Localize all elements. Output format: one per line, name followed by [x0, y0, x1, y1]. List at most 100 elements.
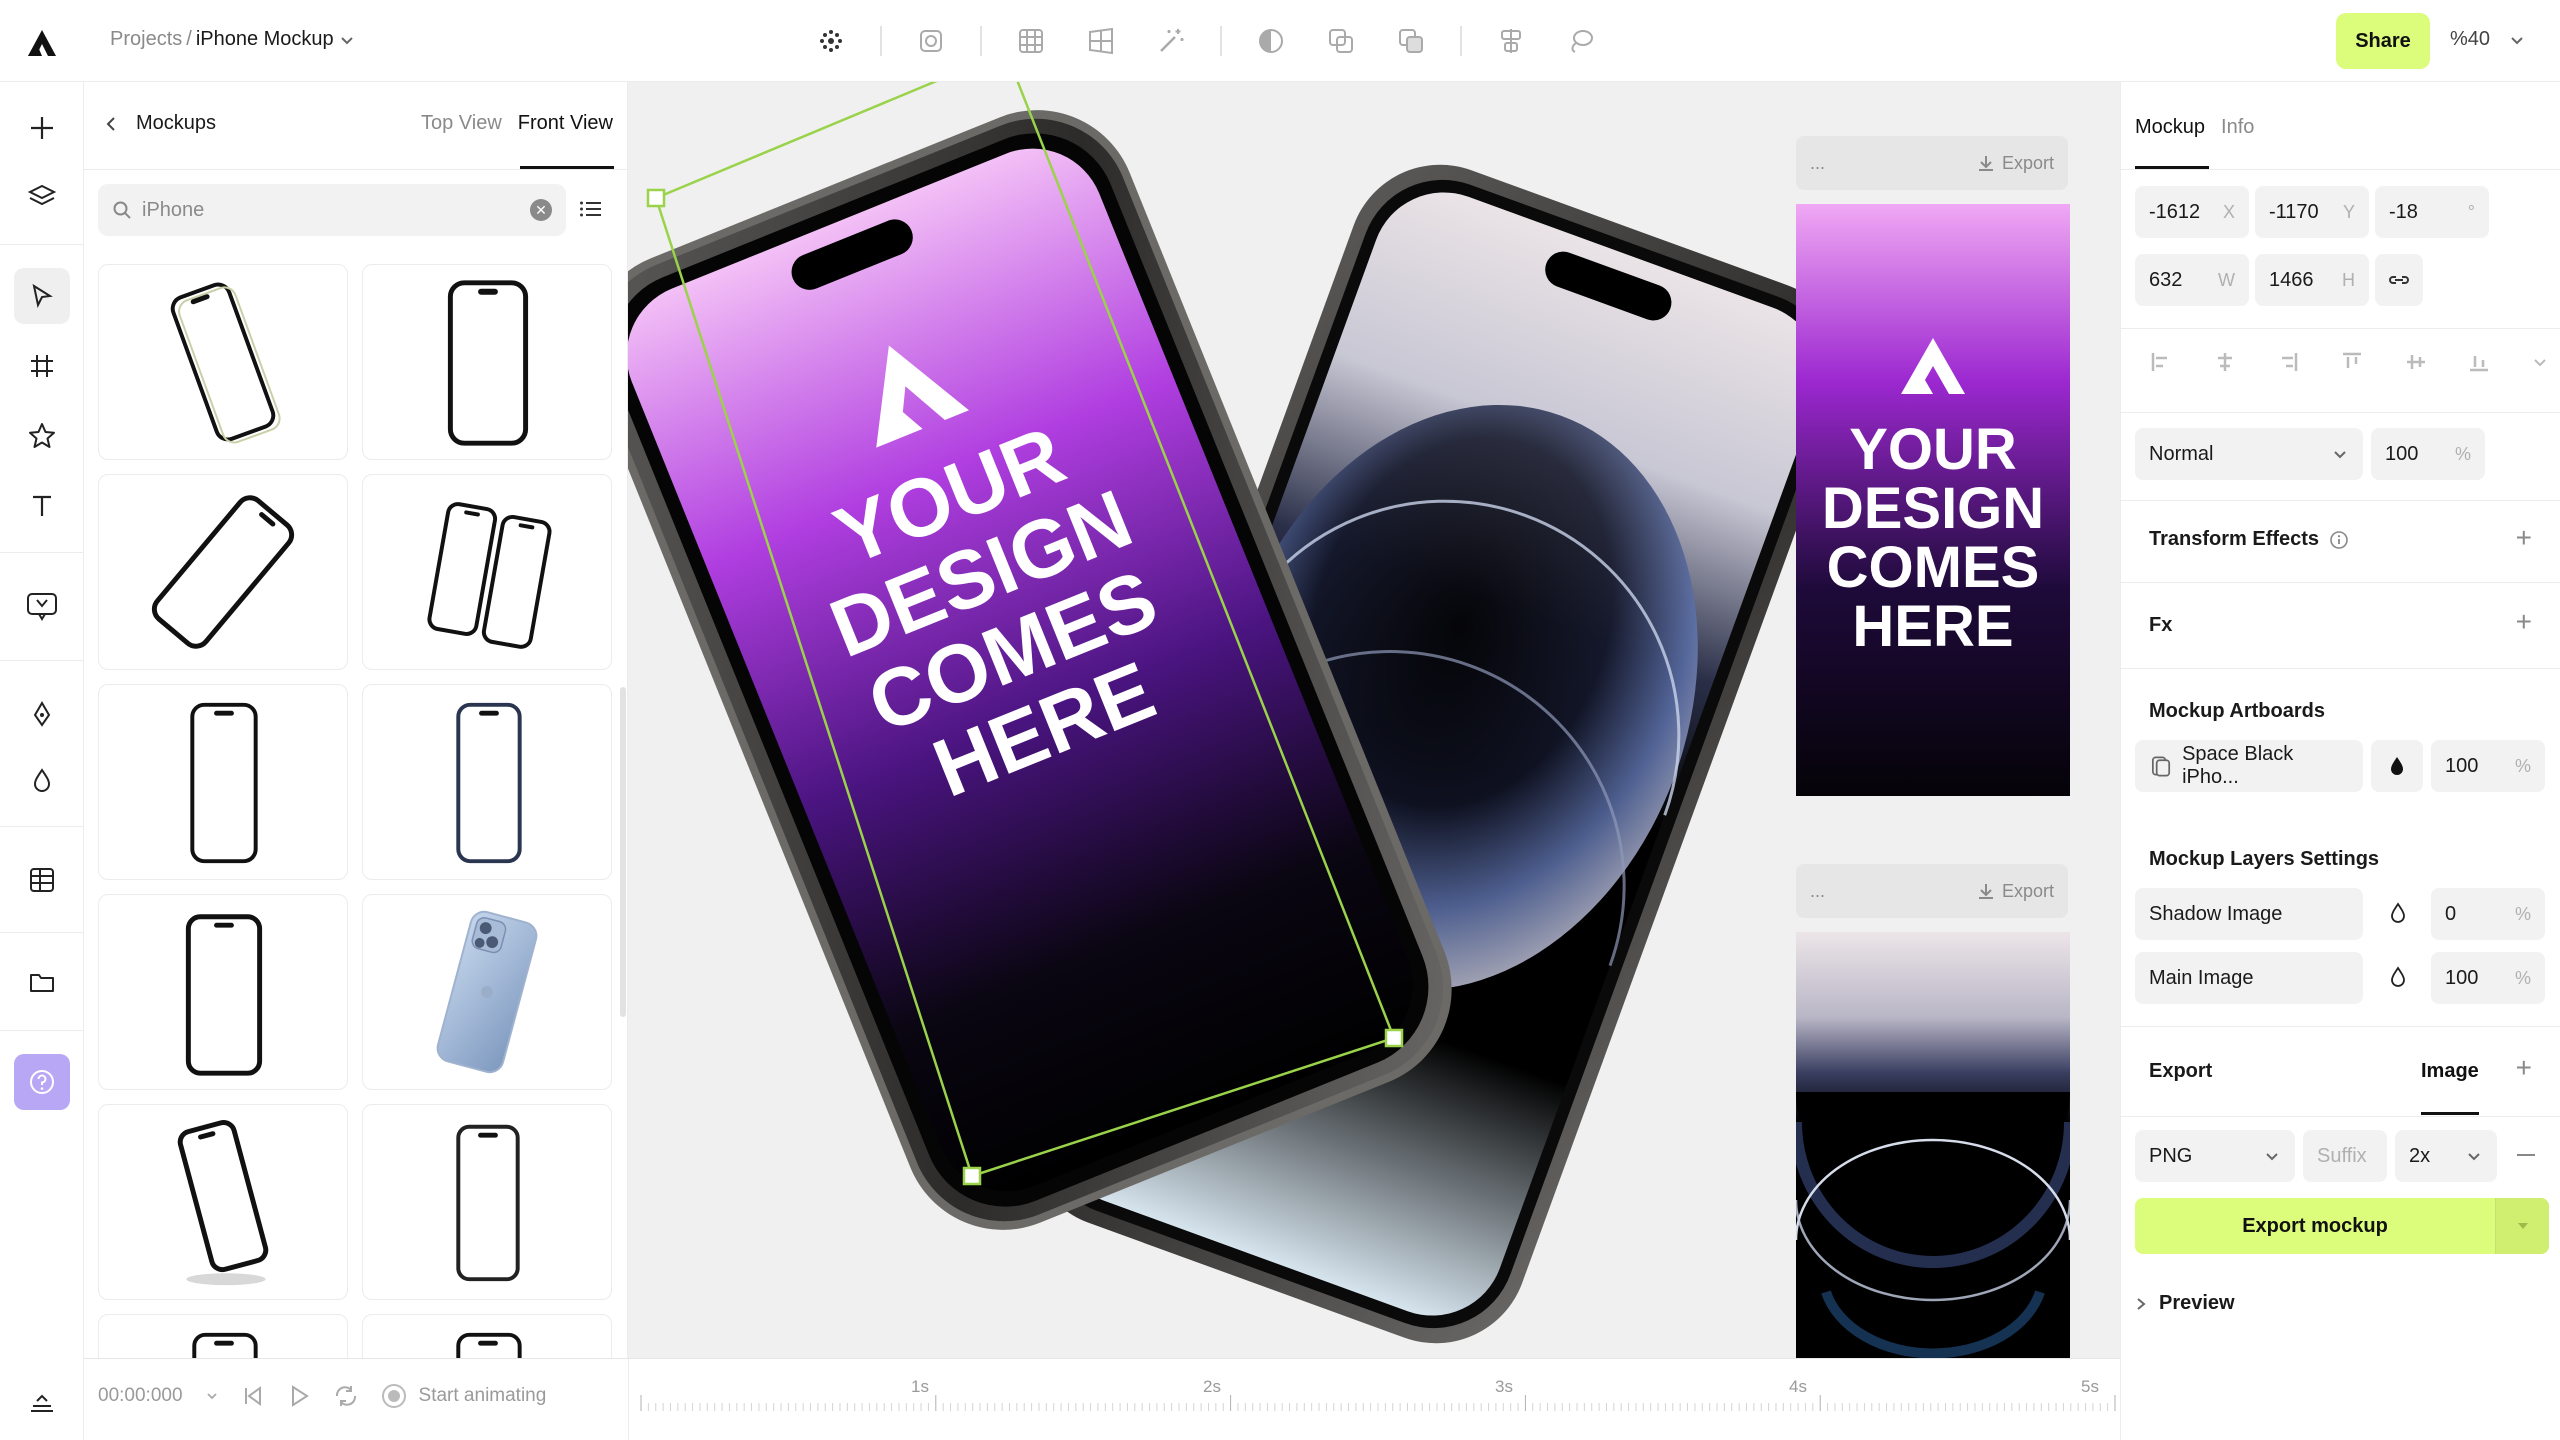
mockup-thumbnail[interactable]	[98, 264, 348, 460]
share-button[interactable]: Share	[2336, 13, 2430, 69]
tab-front-view[interactable]: Front View	[518, 112, 613, 135]
zoom-selector[interactable]: %40	[2450, 28, 2526, 51]
width-field[interactable]: 632 W	[2135, 254, 2249, 306]
mockup-thumbnail[interactable]	[362, 264, 612, 460]
artboard-select[interactable]: Space Black iPho...	[2135, 740, 2363, 792]
add-fx-icon[interactable]: +	[2516, 606, 2532, 638]
list-view-icon[interactable]	[578, 196, 604, 222]
shader-icon[interactable]	[812, 22, 850, 60]
breadcrumb-root[interactable]: Projects	[110, 28, 182, 51]
union-icon[interactable]	[1322, 22, 1360, 60]
shadow-opacity-icon[interactable]	[2387, 902, 2409, 924]
artboard-preview-purple[interactable]: YOUR DESIGN COMES HERE	[1796, 204, 2070, 796]
loop-icon[interactable]	[333, 1384, 359, 1408]
opacity-value[interactable]: 100	[2385, 443, 2418, 466]
export-type-tab[interactable]: Image	[2421, 1060, 2479, 1083]
info-icon[interactable]	[2329, 530, 2349, 550]
align-bottom-icon[interactable]	[2467, 350, 2491, 374]
shadow-opacity-value[interactable]: 0	[2445, 903, 2456, 926]
chevron-down-icon[interactable]	[2531, 350, 2549, 374]
link-icon[interactable]	[2375, 254, 2423, 306]
mockup-thumbnail[interactable]	[98, 474, 348, 670]
artboard-opacity-field[interactable]: 100%	[2431, 740, 2545, 792]
main-opacity-value[interactable]: 100	[2445, 967, 2478, 990]
skip-back-icon[interactable]	[241, 1384, 265, 1408]
mockup-thumbnail[interactable]	[98, 1314, 348, 1358]
height-value[interactable]: 1466	[2269, 269, 2314, 292]
chevron-down-icon[interactable]	[205, 1389, 219, 1403]
align-icon[interactable]	[1492, 22, 1530, 60]
breadcrumb-current[interactable]: iPhone Mockup	[196, 28, 334, 51]
align-right-icon[interactable]	[2276, 350, 2300, 374]
blend-mode-select[interactable]: Normal	[2135, 428, 2363, 480]
lasso-icon[interactable]	[1562, 22, 1600, 60]
main-opacity-field[interactable]: 100%	[2431, 952, 2545, 1004]
back-to-mockups[interactable]: Mockups	[104, 112, 216, 135]
chevron-down-icon[interactable]	[338, 31, 356, 49]
star-tool-icon[interactable]	[14, 408, 70, 464]
layers-icon[interactable]	[14, 168, 70, 224]
artboard-export-bar[interactable]: ... Export	[1796, 136, 2068, 190]
artboard-opacity-value[interactable]: 100	[2445, 755, 2478, 778]
mockup-thumbnail[interactable]	[362, 894, 612, 1090]
select-tool-icon[interactable]	[14, 268, 70, 324]
search-field[interactable]: iPhone ✕	[98, 184, 566, 236]
grid-icon[interactable]	[1012, 22, 1050, 60]
width-value[interactable]: 632	[2149, 269, 2182, 292]
subtract-icon[interactable]	[1392, 22, 1430, 60]
timeline-toggle-icon[interactable]	[14, 1374, 70, 1430]
start-animating-button[interactable]: Start animating	[381, 1383, 546, 1409]
rotation-field[interactable]: -18 °	[2375, 186, 2489, 238]
shadow-opacity-field[interactable]: 0%	[2431, 888, 2545, 940]
mockup-thumbnail[interactable]	[98, 1104, 348, 1300]
mockup-thumbnail[interactable]	[362, 1314, 612, 1358]
fill-tool-icon[interactable]	[14, 752, 70, 808]
resize-handle[interactable]	[646, 188, 666, 208]
perspective-icon[interactable]	[1082, 22, 1120, 60]
contrast-icon[interactable]	[1252, 22, 1290, 60]
export-options-dropdown[interactable]	[2495, 1198, 2549, 1254]
timecode[interactable]: 00:00:000	[98, 1385, 183, 1407]
rotation-value[interactable]: -18	[2389, 201, 2418, 224]
add-icon[interactable]	[14, 100, 70, 156]
help-icon[interactable]	[14, 1054, 70, 1110]
scrollbar[interactable]	[620, 687, 626, 1017]
resize-handle[interactable]	[1384, 1028, 1404, 1048]
breadcrumb[interactable]: Projects / iPhone Mockup	[110, 28, 356, 51]
timeline-ruler[interactable]: 1s 2s 3s 4s 5s	[628, 1359, 2120, 1440]
add-transform-effect-icon[interactable]: +	[2516, 522, 2532, 554]
y-position-field[interactable]: -1170 Y	[2255, 186, 2369, 238]
height-field[interactable]: 1466 H	[2255, 254, 2369, 306]
search-input[interactable]: iPhone	[142, 199, 204, 222]
chevron-left-icon[interactable]	[104, 115, 118, 133]
scale-select[interactable]: 2x	[2395, 1130, 2497, 1182]
x-value[interactable]: -1612	[2149, 201, 2200, 224]
magic-wand-icon[interactable]	[1152, 22, 1190, 60]
mockup-thumbnail[interactable]	[362, 684, 612, 880]
export-artboard-button[interactable]: Export	[1976, 153, 2054, 174]
x-position-field[interactable]: -1612 X	[2135, 186, 2249, 238]
export-artboard-button[interactable]: Export	[1976, 881, 2054, 902]
tab-mockup[interactable]: Mockup	[2135, 116, 2205, 139]
format-select[interactable]: PNG	[2135, 1130, 2295, 1182]
opacity-field[interactable]: 100%	[2371, 428, 2485, 480]
play-icon[interactable]	[287, 1384, 311, 1408]
mask-icon[interactable]	[912, 22, 950, 60]
shadow-image-layer[interactable]: Shadow Image	[2135, 888, 2363, 940]
comment-tool-icon[interactable]	[14, 578, 70, 634]
align-center-icon[interactable]	[2213, 350, 2237, 374]
table-tool-icon[interactable]	[14, 852, 70, 908]
artboard-preview-dark[interactable]	[1796, 932, 2070, 1358]
suffix-input[interactable]: Suffix	[2303, 1130, 2387, 1182]
main-image-layer[interactable]: Main Image	[2135, 952, 2363, 1004]
mockup-thumbnail[interactable]	[362, 1104, 612, 1300]
mockup-thumbnail[interactable]	[362, 474, 612, 670]
resize-handle[interactable]	[962, 1166, 982, 1186]
pen-tool-icon[interactable]	[14, 686, 70, 742]
tab-info[interactable]: Info	[2221, 116, 2254, 139]
main-opacity-icon[interactable]	[2387, 966, 2409, 988]
tab-top-view[interactable]: Top View	[421, 112, 502, 135]
y-value[interactable]: -1170	[2269, 201, 2319, 224]
align-top-icon[interactable]	[2340, 350, 2364, 374]
text-tool-icon[interactable]	[14, 478, 70, 534]
